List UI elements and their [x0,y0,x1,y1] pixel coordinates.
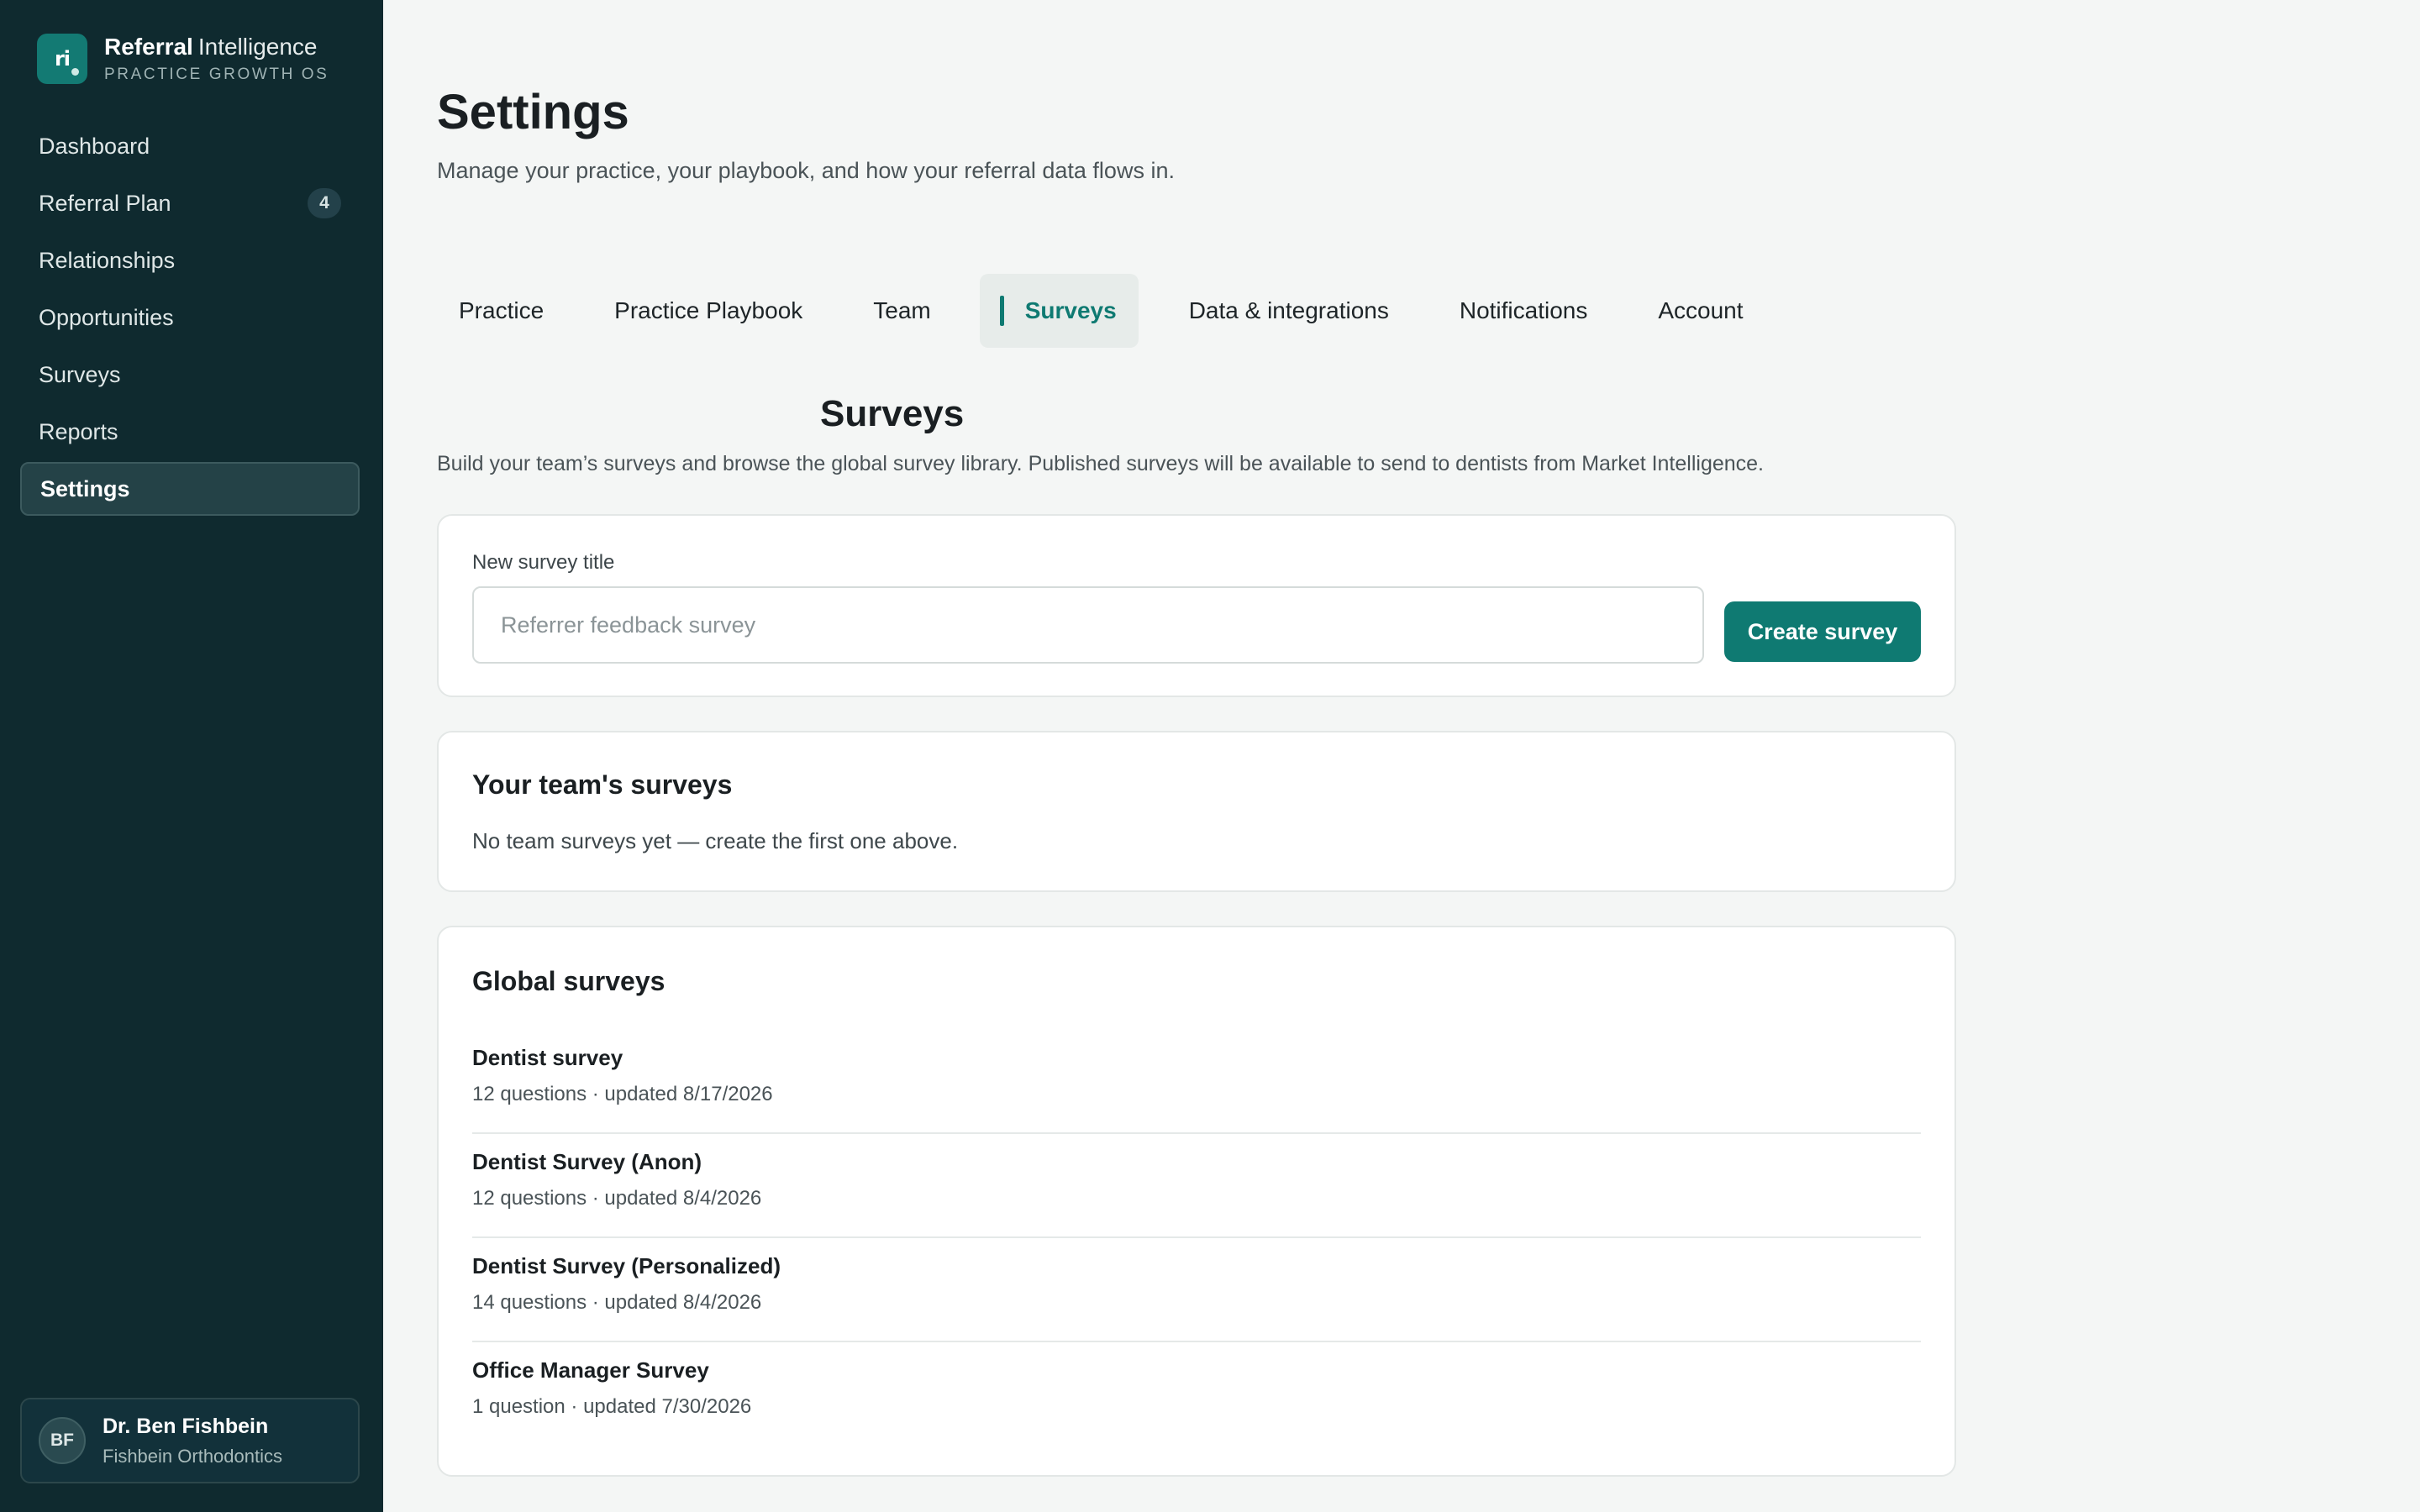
brand-logo-icon: ri [37,34,87,84]
brand-name: Referral Intelligence [104,35,329,59]
brand-text: Referral Intelligence PRACTICE GROWTH OS [104,35,329,83]
tab-label: Practice Playbook [614,297,803,323]
brand[interactable]: ri Referral Intelligence PRACTICE GROWTH … [37,34,329,84]
survey-title-input[interactable] [472,586,1704,664]
section-title: Surveys [820,393,965,434]
survey-meta: 1 question · updated 7/30/2026 [472,1395,752,1418]
brand-tagline: PRACTICE GROWTH OS [104,66,329,83]
team-surveys-title: Your team's surveys [472,769,733,800]
sidebar-nav: Dashboard Referral Plan 4 Relationships … [20,119,360,519]
sidebar-item-label: Dashboard [39,133,150,159]
empty-state-text: No team surveys yet — create the first o… [472,828,959,853]
section-description: Build your team’s surveys and browse the… [437,452,1765,475]
list-item[interactable]: Dentist survey 12 questions · updated 8/… [472,1030,1921,1134]
sidebar-item-label: Surveys [39,361,121,387]
survey-meta: 12 questions · updated 8/4/2026 [472,1187,762,1210]
global-surveys-title: Global surveys [472,966,666,996]
brand-name-strong: Referral [104,34,193,60]
brand-name-light: Intelligence [197,34,318,60]
sidebar-item-opportunities[interactable]: Opportunities [20,291,360,344]
sidebar-item-settings[interactable]: Settings [20,462,360,516]
sidebar: ri Referral Intelligence PRACTICE GROWTH … [0,0,383,1512]
survey-name: Office Manager Survey [472,1357,709,1383]
sidebar-item-label: Settings [40,475,130,501]
sidebar-item-label: Reports [39,418,118,444]
page-title: Settings [437,85,629,139]
tab-label: Account [1658,297,1744,323]
brand-logo-text: ri [54,47,71,71]
survey-name: Dentist Survey (Anon) [472,1149,702,1174]
user-card[interactable]: BF Dr. Ben Fishbein Fishbein Orthodontic… [20,1398,360,1483]
app-root: ri Referral Intelligence PRACTICE GROWTH … [0,0,2420,1512]
main-content: Settings Manage your practice, your play… [383,0,2420,1512]
survey-name: Dentist Survey (Personalized) [472,1253,781,1278]
tab-label: Surveys [1024,297,1117,323]
list-item[interactable]: Dentist Survey (Anon) 12 questions · upd… [472,1134,1921,1238]
tab-label: Data & integrations [1188,297,1389,323]
sidebar-item-label: Opportunities [39,304,174,330]
sidebar-item-reports[interactable]: Reports [20,405,360,459]
user-name: Dr. Ben Fishbein [103,1414,269,1438]
survey-meta: 12 questions · updated 8/17/2026 [472,1083,773,1105]
tab-label: Team [873,297,931,323]
list-item[interactable]: Dentist Survey (Personalized) 14 questio… [472,1238,1921,1342]
page-subtitle: Manage your practice, your playbook, and… [437,158,1175,183]
sidebar-item-referral-plan[interactable]: Referral Plan 4 [20,176,360,230]
survey-meta: 14 questions · updated 8/4/2026 [472,1291,762,1314]
list-item[interactable]: Office Manager Survey 1 question · updat… [472,1342,1921,1446]
settings-tabs: Practice Practice Playbook Team Surveys … [437,274,1792,348]
brand-logo-dot [71,68,79,76]
sidebar-item-label: Referral Plan [39,190,171,216]
tab-label: Notifications [1459,297,1588,323]
tab-practice-playbook[interactable]: Practice Playbook [592,274,824,348]
survey-list: Dentist survey 12 questions · updated 8/… [472,1030,1921,1446]
tab-data-integrations[interactable]: Data & integrations [1167,274,1411,348]
tab-label: Practice [459,297,544,323]
survey-title-label: New survey title [472,551,615,574]
global-surveys-card: Global surveys Dentist survey 12 questio… [437,926,1956,1477]
sidebar-item-dashboard[interactable]: Dashboard [20,119,360,173]
sidebar-item-surveys[interactable]: Surveys [20,348,360,402]
tab-account[interactable]: Account [1636,274,1765,348]
count-badge: 4 [308,188,341,218]
sidebar-item-relationships[interactable]: Relationships [20,234,360,287]
tab-surveys[interactable]: Surveys [979,274,1139,348]
user-info: Dr. Ben Fishbein Fishbein Orthodontics [103,1415,282,1467]
create-survey-button[interactable]: Create survey [1724,601,1921,662]
sidebar-item-label: Relationships [39,247,176,273]
team-surveys-card: Your team's surveys No team surveys yet … [437,731,1956,892]
user-organization: Fishbein Orthodontics [103,1445,282,1467]
survey-name: Dentist survey [472,1045,623,1070]
tab-practice[interactable]: Practice [437,274,566,348]
tab-team[interactable]: Team [851,274,952,348]
tab-notifications[interactable]: Notifications [1438,274,1610,348]
avatar: BF [39,1417,86,1464]
create-survey-card: New survey title Create survey [437,514,1956,697]
